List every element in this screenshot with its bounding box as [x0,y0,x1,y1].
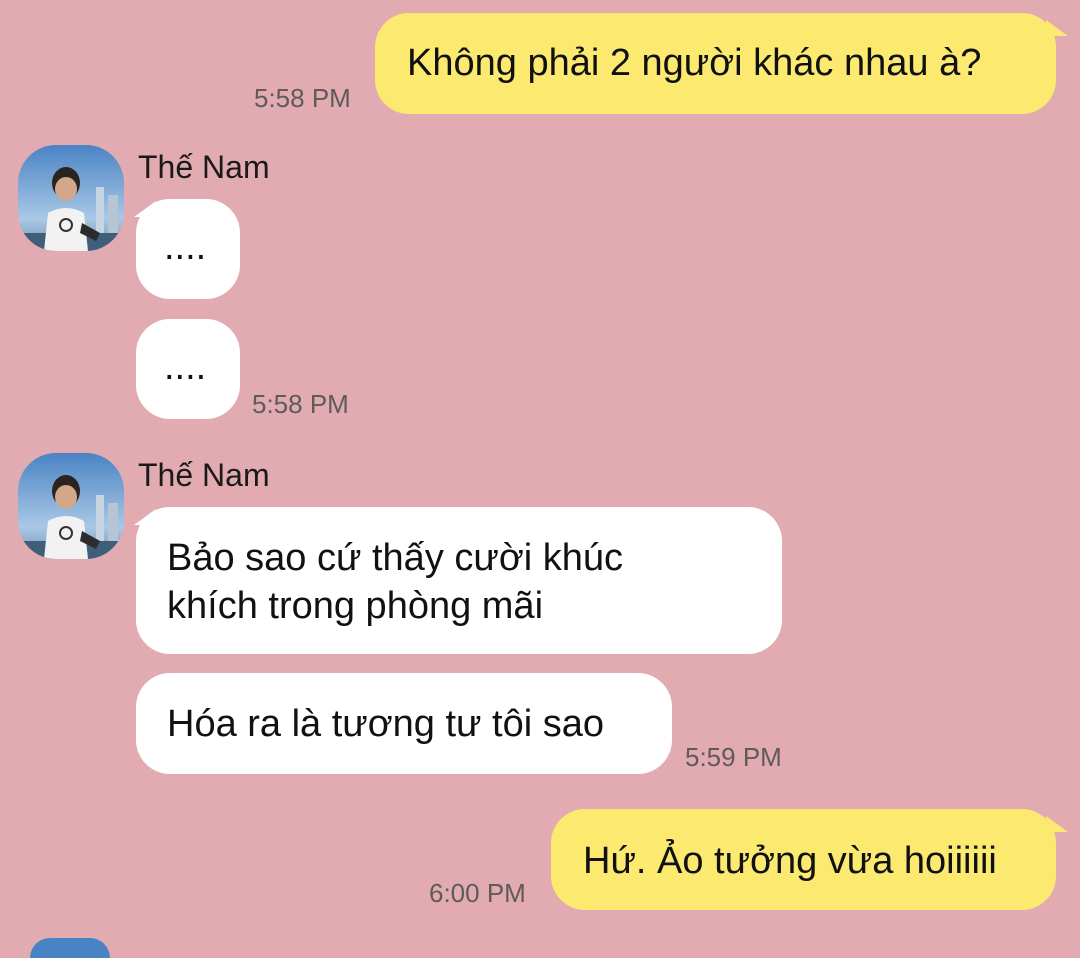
message-text: Hóa ra là tương tư tôi sao [167,703,604,745]
message-timestamp: 5:58 PM [252,389,349,419]
avatar[interactable] [30,938,110,958]
message-text: Hứ. Ảo tưởng vừa hoiiiiii [583,840,997,882]
message-text: .... [164,226,207,268]
sender-name: Thế Nam [138,149,270,185]
message-text: Không phải 2 người khác nhau à? [407,42,982,84]
incoming-message-bubble[interactable]: .... [136,319,240,419]
bubble-tail [1046,816,1068,832]
bubble-tail [1046,20,1068,36]
incoming-message-bubble[interactable]: .... [136,199,240,299]
message-timestamp: 6:00 PM [429,878,526,908]
message-timestamp: 5:58 PM [254,83,351,113]
message-text: .... [164,346,207,388]
message-text-line: khích trong phòng mãi [167,585,544,627]
outgoing-message-bubble[interactable]: Không phải 2 người khác nhau à? [375,13,1056,114]
outgoing-message-bubble[interactable]: Hứ. Ảo tưởng vừa hoiiiiii [551,809,1056,910]
message-text-line: Bảo sao cứ thấy cười khúc [167,537,623,579]
message-timestamp: 5:59 PM [685,742,782,772]
avatar[interactable] [18,145,124,251]
incoming-message-bubble[interactable]: Bảo sao cứ thấy cười khúc khích trong ph… [136,507,782,654]
incoming-message-bubble[interactable]: Hóa ra là tương tư tôi sao [136,673,672,774]
profile-photo-avatar [18,453,124,559]
sender-name: Thế Nam [138,457,270,493]
profile-photo-avatar [18,145,124,251]
avatar[interactable] [18,453,124,559]
